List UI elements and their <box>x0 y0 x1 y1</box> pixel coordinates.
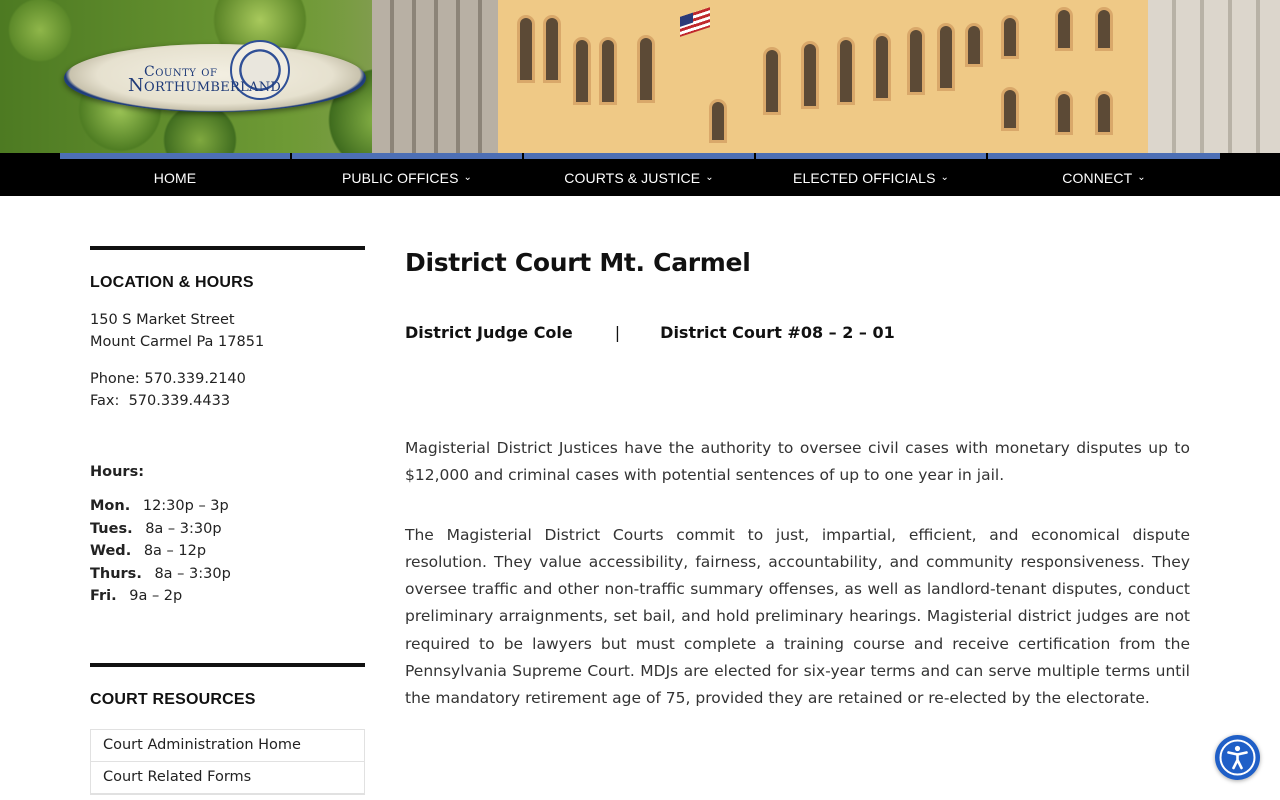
contact: Phone: 570.339.2140 Fax: 570.339.4433 <box>90 368 365 412</box>
court-resources-widget: COURT RESOURCES Court Administration Hom… <box>90 662 365 795</box>
chevron-down-icon: ⌄ <box>705 172 714 183</box>
fax-number: Fax: 570.339.4433 <box>90 393 231 409</box>
address: 150 S Market Street Mount Carmel Pa 1785… <box>90 309 365 353</box>
banner-courthouse <box>498 0 1148 153</box>
court-number: District Court #08 – 2 – 01 <box>660 323 895 342</box>
sidebar: LOCATION & HOURS 150 S Market Street Mou… <box>90 246 365 795</box>
hours-list: Mon. 12:30p – 3p Tues. 8a – 3:30p Wed. 8… <box>90 495 365 608</box>
separator: | <box>614 323 621 342</box>
header-banner: County of Northumberland <box>0 0 1280 153</box>
phone-number[interactable]: Phone: 570.339.2140 <box>90 368 365 390</box>
resource-link[interactable]: Court Administration Home <box>91 730 364 762</box>
nav-connect[interactable]: CONNECT ⌄ <box>988 153 1220 196</box>
hours-day: Mon. <box>90 498 131 514</box>
accessibility-icon <box>1219 739 1256 776</box>
intro-paragraph: Magisterial District Justices have the a… <box>405 439 1190 485</box>
nav-home-label: HOME <box>153 169 197 186</box>
hours-row: Tues. 8a – 3:30p <box>90 518 365 541</box>
hours-day: Tues. <box>90 520 133 537</box>
court-resources-title: COURT RESOURCES <box>90 690 256 708</box>
hours-row: Wed. 8a – 12p <box>90 540 365 563</box>
nav-home[interactable]: HOME <box>60 153 290 196</box>
hours-title: Hours: <box>90 464 144 480</box>
hours-time: 8a – 3:30p <box>145 520 222 537</box>
county-logo[interactable]: County of Northumberland <box>64 40 366 112</box>
address-line1: 150 S Market Street <box>90 312 235 328</box>
resource-link[interactable]: Court Related Forms <box>91 762 364 794</box>
nav-courts-justice-label: COURTS & JUSTICE <box>564 169 701 186</box>
hours-time: 9a – 2p <box>129 588 183 604</box>
main-navigation: HOME PUBLIC OFFICES ⌄ COURTS & JUSTICE ⌄… <box>0 153 1280 196</box>
hours-day: Fri. <box>90 588 117 604</box>
chevron-down-icon: ⌄ <box>1137 172 1146 183</box>
hours-day: Wed. <box>90 543 132 559</box>
judge-name: District Judge Cole <box>405 323 573 342</box>
widget-divider <box>90 662 365 667</box>
banner-building-right <box>1148 0 1280 153</box>
judge-info: District Judge Cole | District Court #08… <box>405 323 1190 342</box>
page-title: District Court Mt. Carmel <box>405 248 751 277</box>
chevron-down-icon: ⌄ <box>463 172 472 183</box>
nav-elected-officials[interactable]: ELECTED OFFICIALS ⌄ <box>756 153 986 196</box>
hours-row: Mon. 12:30p – 3p <box>90 495 365 518</box>
logo-line2: Northumberland <box>128 75 282 96</box>
hours-time: 8a – 12p <box>143 543 207 559</box>
nav-public-offices-label: PUBLIC OFFICES <box>341 169 459 186</box>
accessibility-button[interactable] <box>1215 735 1260 780</box>
resources-list: Court Administration Home Court Related … <box>90 728 365 795</box>
main-content: District Court Mt. Carmel District Judge… <box>405 248 1190 713</box>
hours-row: Fri. 9a – 2p <box>90 585 365 608</box>
banner-building-left <box>372 0 498 153</box>
widget-divider <box>90 246 365 250</box>
location-hours-title: LOCATION & HOURS <box>90 274 254 291</box>
nav-public-offices[interactable]: PUBLIC OFFICES ⌄ <box>292 153 522 196</box>
hours-time: 8a – 3:30p <box>154 565 231 582</box>
nav-elected-officials-label: ELECTED OFFICIALS <box>793 169 936 186</box>
hours-time: 12:30p – 3p <box>142 498 229 514</box>
nav-connect-label: CONNECT <box>1062 169 1133 186</box>
nav-courts-justice[interactable]: COURTS & JUSTICE ⌄ <box>524 153 754 196</box>
hours-row: Thurs. 8a – 3:30p <box>90 563 365 586</box>
address-line2: Mount Carmel Pa 17851 <box>90 334 265 350</box>
chevron-down-icon: ⌄ <box>940 172 949 183</box>
description-paragraph: The Magisterial District Courts commit t… <box>405 525 1190 708</box>
hours-day: Thurs. <box>90 565 142 582</box>
